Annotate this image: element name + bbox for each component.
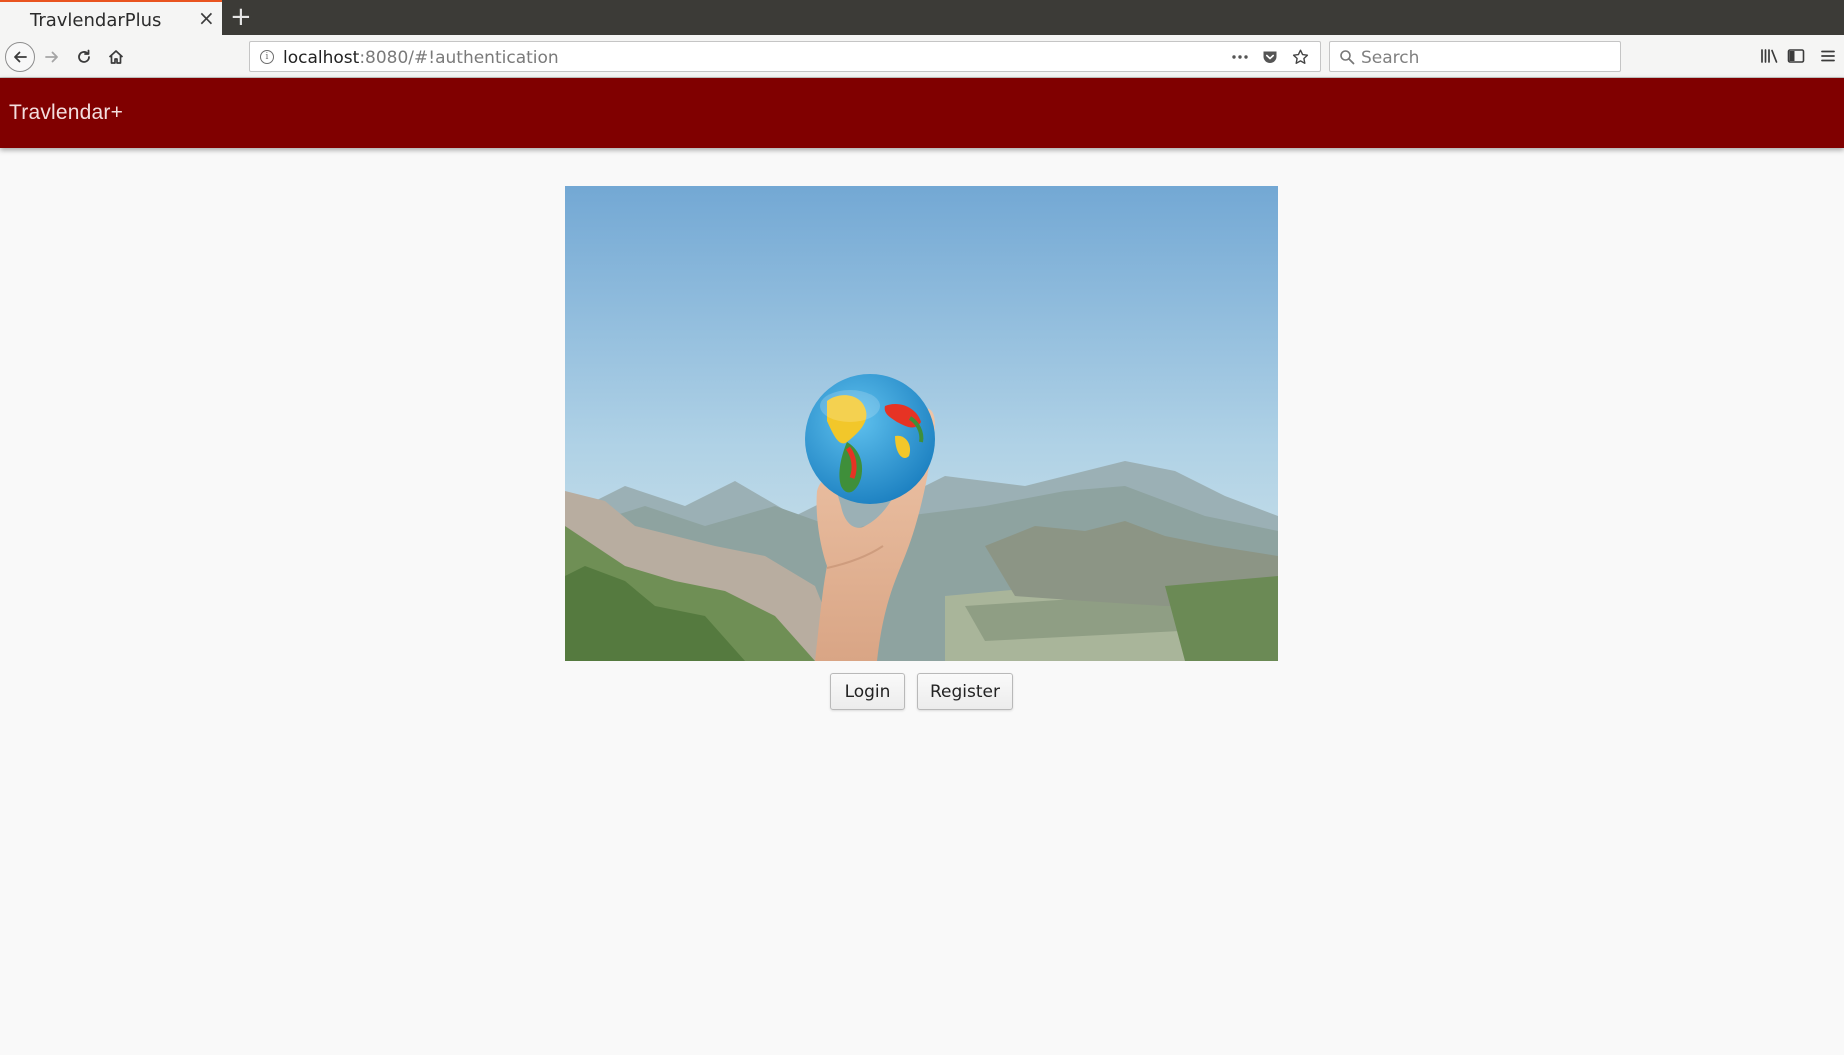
menu-button[interactable] <box>1817 45 1839 67</box>
reload-icon <box>78 49 90 63</box>
search-placeholder: Search <box>1361 48 1420 68</box>
search-icon <box>1340 50 1355 65</box>
browser-tab[interactable]: TravlendarPlus × <box>0 0 222 35</box>
new-tab-button[interactable]: + <box>230 3 252 31</box>
tab-close-icon[interactable]: × <box>198 8 215 28</box>
sidebar-button[interactable] <box>1785 45 1807 67</box>
register-button[interactable]: Register <box>917 673 1013 710</box>
home-button[interactable] <box>102 43 130 71</box>
menu-icon <box>1821 50 1835 62</box>
browser-nav-toolbar: i localhost:8080/#!authentication Search <box>0 35 1844 78</box>
reload-button[interactable] <box>70 43 98 71</box>
forward-button[interactable] <box>38 43 66 71</box>
address-url[interactable]: localhost:8080/#!authentication <box>283 48 559 68</box>
browser-tab-strip: TravlendarPlus × + <box>0 0 1844 35</box>
tab-title: TravlendarPlus <box>30 10 162 31</box>
home-icon <box>108 50 124 64</box>
search-bar[interactable]: Search <box>1329 41 1621 72</box>
address-bar[interactable]: i localhost:8080/#!authentication <box>249 41 1321 72</box>
pocket-icon[interactable] <box>1260 46 1280 68</box>
back-button[interactable] <box>5 42 35 72</box>
sidebar-icon <box>1787 49 1805 63</box>
info-icon[interactable]: i <box>260 50 274 64</box>
login-button[interactable]: Login <box>830 673 905 710</box>
forward-arrow-icon <box>45 51 58 63</box>
app-header: Travlendar+ <box>0 78 1844 148</box>
library-button[interactable] <box>1759 45 1781 67</box>
back-arrow-icon <box>14 51 27 63</box>
globe-in-hand-image <box>565 186 1278 661</box>
page-actions-icon[interactable] <box>1230 46 1250 68</box>
bookmark-star-icon[interactable] <box>1290 46 1310 68</box>
address-path: :8080/#!authentication <box>359 48 559 68</box>
address-host: localhost <box>283 48 360 68</box>
library-icon <box>1761 49 1778 63</box>
app-title[interactable]: Travlendar+ <box>9 101 123 125</box>
